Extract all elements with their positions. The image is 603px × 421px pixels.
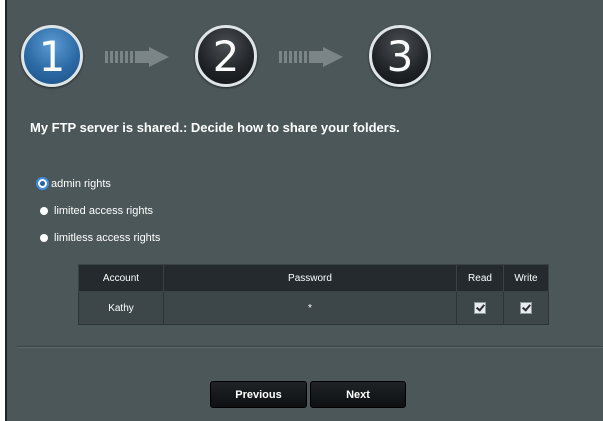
step-3-circle: 3 xyxy=(369,25,431,87)
option-limitless-access-rights[interactable]: limitless access rights xyxy=(35,224,160,251)
write-cell xyxy=(503,291,549,325)
password-cell: * xyxy=(163,291,457,325)
option-limited-access-rights[interactable]: limited access rights xyxy=(35,197,160,224)
account-cell: Kathy xyxy=(78,291,164,325)
table-row: Kathy * xyxy=(78,291,549,325)
step-3-number: 3 xyxy=(386,31,414,81)
column-header-write: Write xyxy=(503,264,549,292)
column-header-read: Read xyxy=(456,264,504,292)
write-checkbox[interactable] xyxy=(520,302,532,314)
step-2-circle: 2 xyxy=(195,25,257,87)
step-2-number: 2 xyxy=(212,31,240,81)
arrow-right-icon xyxy=(279,47,345,67)
option-label: limitless access rights xyxy=(54,231,161,244)
read-checkbox[interactable] xyxy=(474,302,486,314)
step-1-number: 1 xyxy=(38,31,66,81)
divider xyxy=(17,346,602,348)
arrow-right-icon xyxy=(105,47,171,67)
next-button[interactable]: Next xyxy=(310,381,406,408)
column-header-account: Account xyxy=(78,264,164,292)
option-label: limited access rights xyxy=(54,204,154,217)
step-1-circle: 1 xyxy=(21,25,83,87)
radio-selected-icon[interactable] xyxy=(36,177,49,190)
radio-icon[interactable] xyxy=(40,206,48,215)
option-admin-rights[interactable]: admin rights xyxy=(35,170,160,197)
wizard-panel: 1 2 3 My FTP server is shared.: Decide h… xyxy=(5,0,603,421)
read-cell xyxy=(456,291,504,325)
radio-icon[interactable] xyxy=(40,233,48,242)
column-header-password: Password xyxy=(163,264,457,292)
accounts-table: Account Password Read Write Kathy * xyxy=(78,264,549,325)
previous-button[interactable]: Previous xyxy=(210,381,307,408)
page-title: My FTP server is shared.: Decide how to … xyxy=(30,120,400,135)
table-header-row: Account Password Read Write xyxy=(78,264,549,292)
access-rights-options: admin rights limited access rights limit… xyxy=(35,170,160,251)
step-indicator: 1 2 3 xyxy=(7,0,603,110)
option-label: admin rights xyxy=(51,177,111,190)
